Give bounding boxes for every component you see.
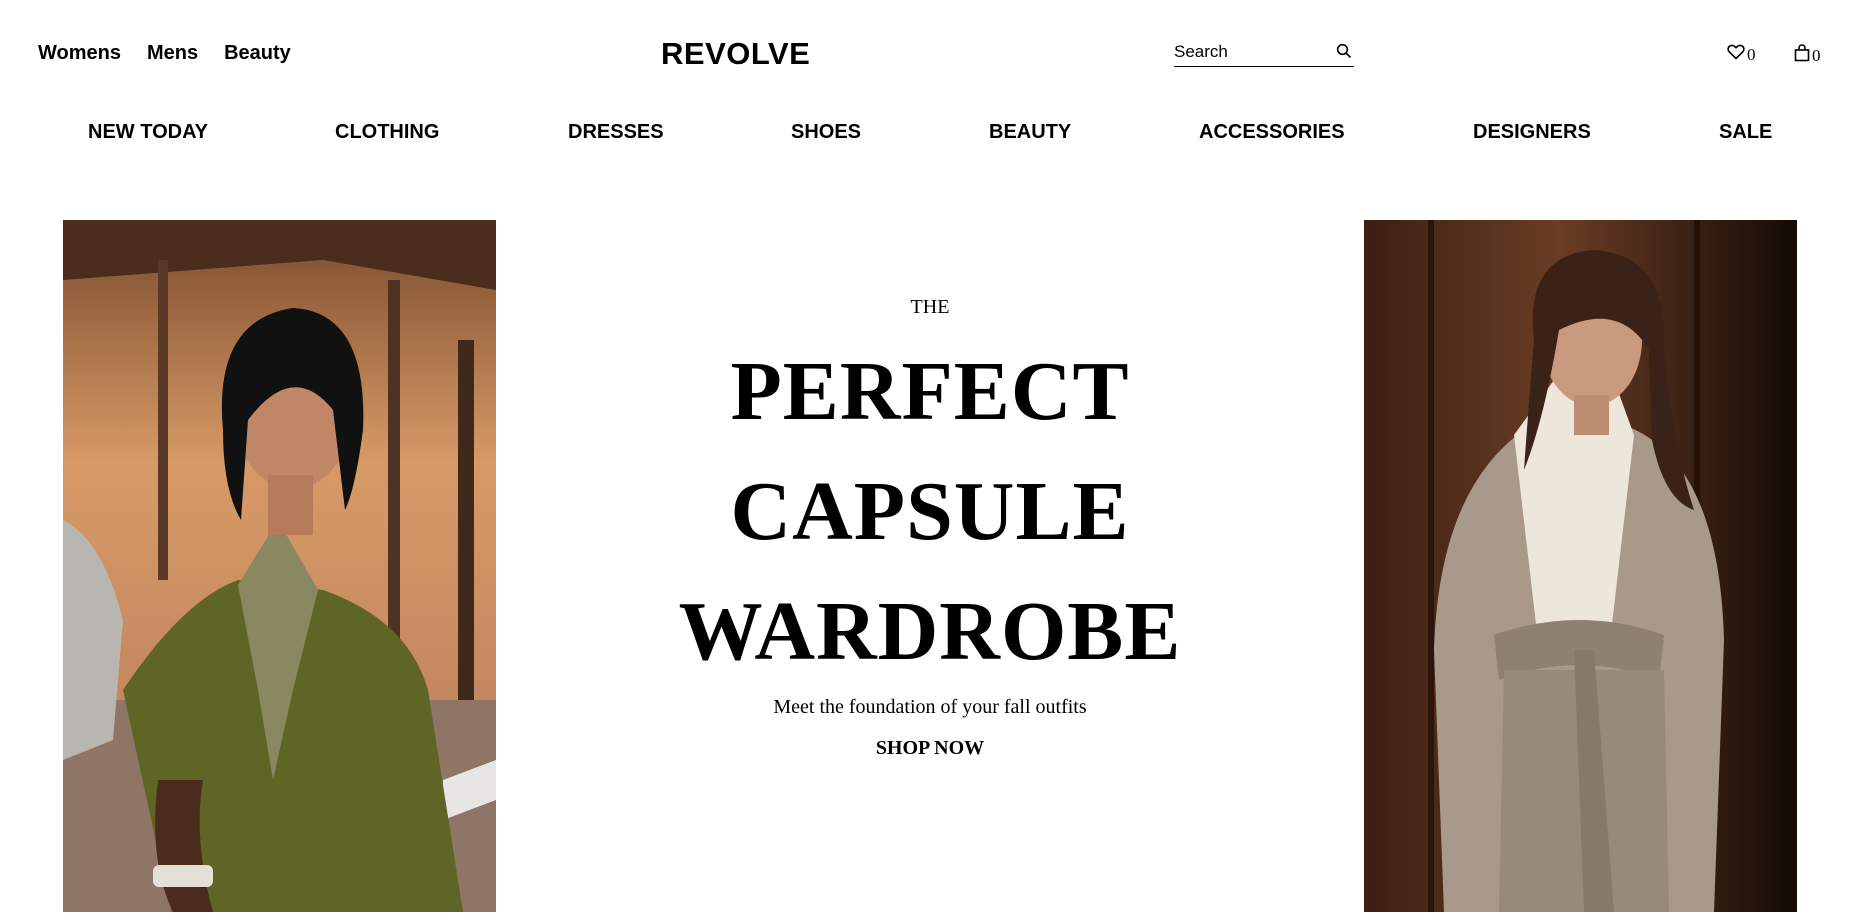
- nav-beauty-link[interactable]: Beauty: [224, 42, 291, 65]
- category-sale[interactable]: SALE: [1719, 121, 1772, 144]
- category-clothing[interactable]: CLOTHING: [335, 121, 439, 144]
- search-bar: [1174, 42, 1354, 67]
- model-olive-blazer-photo: [63, 220, 496, 912]
- search-icon[interactable]: [1336, 43, 1352, 64]
- category-dresses[interactable]: DRESSES: [568, 121, 664, 144]
- category-nav: NEW TODAY CLOTHING DRESSES SHOES BEAUTY …: [0, 121, 1860, 151]
- category-new-today[interactable]: NEW TODAY: [88, 121, 208, 144]
- category-accessories[interactable]: ACCESSORIES: [1199, 121, 1345, 144]
- model-taupe-coat-photo: [1364, 220, 1797, 912]
- hero-image-right[interactable]: [1364, 220, 1797, 912]
- category-designers[interactable]: DESIGNERS: [1473, 121, 1591, 144]
- bag-button[interactable]: 0: [1794, 44, 1821, 67]
- bag-count: 0: [1812, 45, 1821, 65]
- wishlist-count: 0: [1747, 44, 1756, 64]
- hero-subtext: Meet the foundation of your fall outfits: [773, 696, 1087, 718]
- nav-mens-link[interactable]: Mens: [147, 42, 198, 65]
- site-header: Womens Mens Beauty REVOLVE 0 0: [0, 0, 1860, 110]
- wishlist-button[interactable]: 0: [1727, 44, 1756, 65]
- category-shoes[interactable]: SHOES: [791, 121, 861, 144]
- hero-eyebrow: THE: [910, 296, 950, 318]
- shop-now-link[interactable]: SHOP NOW: [496, 737, 1364, 760]
- site-logo[interactable]: REVOLVE: [661, 36, 810, 72]
- category-beauty[interactable]: BEAUTY: [989, 121, 1071, 144]
- search-input[interactable]: [1174, 42, 1324, 62]
- hero-image-left[interactable]: [63, 220, 496, 912]
- heart-icon: [1727, 44, 1745, 65]
- nav-womens-link[interactable]: Womens: [38, 42, 121, 65]
- hero-headline-line-1: PERFECT: [730, 345, 1130, 438]
- shopping-bag-icon: [1794, 44, 1810, 67]
- hero-headline-line-2: CAPSULE: [730, 465, 1130, 558]
- gender-nav: Womens Mens Beauty: [38, 42, 291, 65]
- hero-headline-line-3: WARDROBE: [678, 585, 1182, 678]
